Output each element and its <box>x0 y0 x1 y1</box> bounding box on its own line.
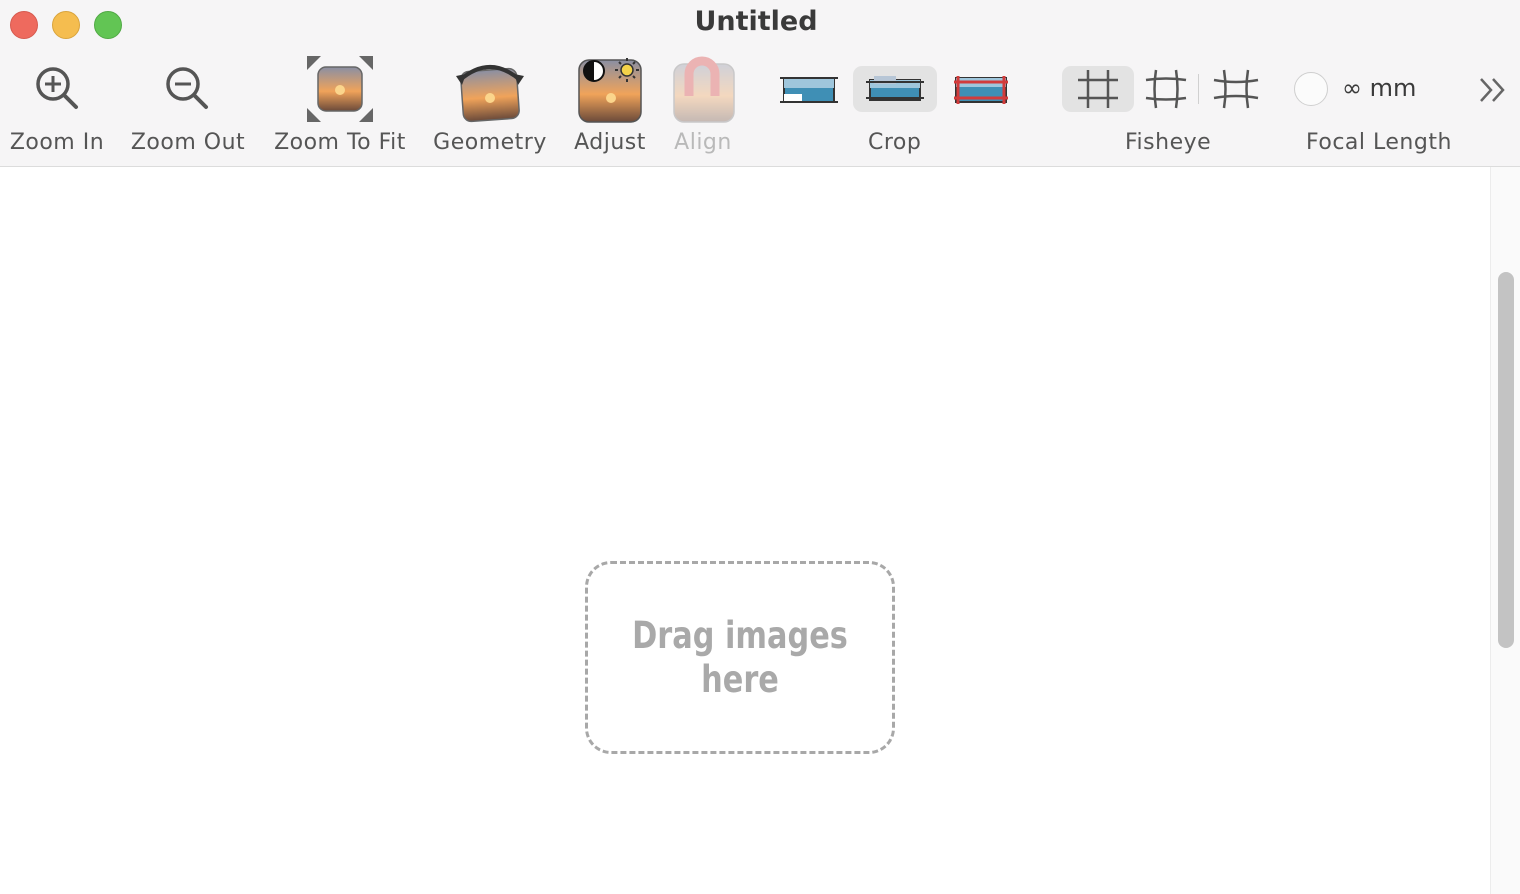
zoom-to-fit-label: Zoom To Fit <box>274 130 406 155</box>
fisheye-pincushion-icon[interactable] <box>1212 68 1260 110</box>
align-button[interactable]: Align <box>670 52 736 162</box>
fisheye-barrel-icon[interactable] <box>1144 68 1188 110</box>
image-canvas[interactable]: Drag images here <box>0 167 1490 894</box>
drop-text-line2: here <box>701 657 779 701</box>
crop-option-2-icon[interactable] <box>866 72 924 106</box>
zoom-out-label: Zoom Out <box>130 130 246 155</box>
toolbar-overflow-icon[interactable] <box>1478 76 1508 104</box>
crop-option-1-icon[interactable] <box>780 72 838 106</box>
drop-text-line1: Drag images <box>632 613 848 657</box>
focal-length-label: Focal Length <box>1306 130 1452 155</box>
zoom-to-fit-icon <box>307 56 373 122</box>
zoom-out-button[interactable]: Zoom Out <box>131 52 245 162</box>
zoom-out-icon <box>166 67 208 109</box>
focal-length-value[interactable]: ∞ mm <box>1342 74 1416 102</box>
crop-option-3-icon[interactable] <box>952 72 1010 106</box>
focal-length-radio[interactable] <box>1294 72 1328 106</box>
fisheye-divider <box>1198 74 1199 104</box>
window-title: Untitled <box>694 6 818 37</box>
app-window: Untitled Zoom In Zoom Out Zoom To Fit Ge… <box>0 0 1520 894</box>
scrollbar-thumb[interactable] <box>1498 272 1514 648</box>
zoom-to-fit-button[interactable]: Zoom To Fit <box>274 52 406 162</box>
fisheye-label: Fisheye <box>1125 130 1212 155</box>
drop-zone-text: Drag images here <box>625 614 855 702</box>
fisheye-grid-icon[interactable] <box>1076 68 1120 110</box>
align-label: Align <box>674 130 732 155</box>
geometry-icon <box>456 65 524 123</box>
toolbar: Untitled Zoom In Zoom Out Zoom To Fit Ge… <box>0 0 1520 167</box>
adjust-icon <box>578 58 642 123</box>
geometry-button[interactable]: Geometry <box>433 52 547 162</box>
drop-zone[interactable]: Drag images here <box>585 561 895 754</box>
align-icon <box>673 56 735 123</box>
zoom-in-icon <box>36 67 78 109</box>
crop-label: Crop <box>868 130 922 155</box>
adjust-button[interactable]: Adjust <box>572 52 648 162</box>
adjust-label: Adjust <box>574 130 646 155</box>
zoom-in-button[interactable]: Zoom In <box>8 52 106 162</box>
geometry-label: Geometry <box>433 130 547 155</box>
zoom-in-label: Zoom In <box>9 130 105 155</box>
